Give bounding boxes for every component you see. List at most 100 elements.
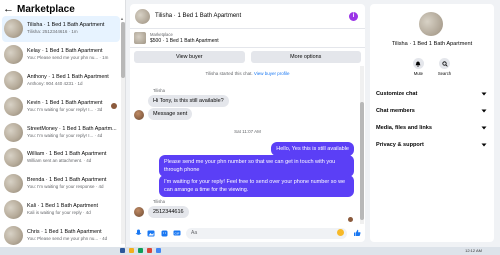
microphone-icon[interactable]: [134, 229, 142, 237]
search-button[interactable]: Search: [438, 58, 451, 76]
system-clock: 12:12 AM: [465, 248, 482, 253]
sticker-icon[interactable]: [160, 229, 168, 237]
listing-thumbnail: [4, 70, 23, 90]
incoming-message: Hi Tony, is this still available?: [148, 95, 229, 107]
system-text: Tilisha started this chat.: [205, 71, 253, 76]
conversation-preview: You: I'm waiting for your reply! I... · …: [27, 106, 103, 112]
listing-actions: View buyer More options: [130, 48, 365, 66]
conversation-item[interactable]: Brenda · 1 Bed 1 Bath Apartment You: I'm…: [0, 171, 122, 197]
conversation-preview: You: I'm waiting for your reply! I... · …: [27, 132, 103, 138]
folder-icon[interactable]: [129, 248, 134, 253]
listing-price: $500 · 1 Bed 1 Bath Apartment: [150, 38, 219, 44]
avatar: [134, 110, 144, 120]
outgoing-message: I'm waiting for your reply! Feel free to…: [159, 175, 354, 197]
bell-icon: [412, 58, 424, 69]
chat-members-section[interactable]: Chat members: [376, 103, 488, 119]
sidebar-scrollbar[interactable]: [121, 22, 125, 244]
chevron-down-icon: [480, 90, 488, 98]
conversation-preview: Kali is waiting for your reply · 4d: [27, 209, 91, 215]
outgoing-message: Hello, Yes this is still available: [271, 142, 354, 156]
more-options-button[interactable]: More options: [250, 51, 361, 63]
conversation-list: Tilisha · 1 Bed 1 Bath Apartment Tilisha…: [0, 16, 122, 248]
page-title: Marketplace: [17, 3, 75, 15]
message-input[interactable]: Aa: [186, 227, 347, 239]
conversation-item[interactable]: Kali · 1 Bed 1 Bath Apartment Kali is wa…: [0, 197, 122, 223]
conversation-name: Tilisha · 1 Bed 1 Bath Apartment: [27, 22, 105, 29]
incoming-message: 2512344616: [148, 206, 189, 218]
conversation-name: Kelay · 1 Bed 1 Bath Apartment: [27, 48, 103, 55]
thumbs-up-icon[interactable]: [352, 229, 361, 238]
browser-icon[interactable]: [156, 248, 161, 253]
outgoing-message: Please send me your phn number so that w…: [159, 155, 354, 177]
sender-name: Tilisha: [153, 88, 165, 93]
listing-summary[interactable]: Marketplace $500 · 1 Bed 1 Bath Apartmen…: [130, 29, 365, 48]
conversation-item[interactable]: Kelay · 1 Bed 1 Bath Apartment You: Plea…: [0, 42, 122, 68]
media-files-section[interactable]: Media, files and links: [376, 120, 488, 136]
system-message: Tilisha started this chat. View buyer pr…: [130, 71, 365, 76]
sender-name: Tilisha: [153, 199, 165, 204]
mute-button[interactable]: Mute: [412, 58, 424, 76]
listing-thumbnail: [4, 199, 23, 219]
back-arrow-icon[interactable]: ←: [3, 3, 15, 15]
view-buyer-profile-link[interactable]: View buyer profile: [254, 71, 290, 76]
section-label: Privacy & support: [376, 142, 424, 148]
chat-scrollbar[interactable]: [360, 66, 364, 224]
listing-thumbnail: [4, 148, 23, 168]
section-label: Chat members: [376, 108, 415, 114]
conversation-preview: You: Please send me your phn nu... · 4d: [27, 235, 108, 241]
scrollbar-thumb[interactable]: [121, 22, 125, 78]
incoming-message: Message sent: [148, 108, 193, 120]
scrollbar-thumb[interactable]: [360, 102, 364, 220]
conversation-name: StreetMoney · 1 Bed 1 Bath Apartm...: [27, 125, 117, 132]
chevron-down-icon: [480, 124, 488, 132]
chevron-down-icon: [480, 107, 488, 115]
customize-chat-section[interactable]: Customize chat: [376, 86, 488, 102]
listing-thumbnail: [4, 225, 23, 245]
conversation-item[interactable]: Anthony · 1 Bed 1 Bath Apartment Anthony…: [0, 68, 122, 94]
conversation-preview: William sent an attachment. · 4d: [27, 158, 92, 164]
chat-avatar[interactable]: [135, 8, 150, 24]
gif-icon[interactable]: GIF: [173, 229, 181, 237]
conversation-preview: Anthony: 904 440 4231 · 1d: [27, 80, 83, 86]
conversation-info-panel: Tilisha · 1 Bed 1 Bath Apartment Mute Se…: [370, 4, 494, 242]
listing-thumbnail: [4, 122, 23, 142]
info-actions: Mute Search: [370, 58, 494, 76]
scroll-up-icon[interactable]: ▲: [120, 16, 124, 21]
image-icon[interactable]: [147, 229, 155, 237]
listing-thumbnail: [4, 174, 23, 194]
svg-text:GIF: GIF: [175, 231, 180, 235]
conversation-item[interactable]: Kevin · 1 Bed 1 Bath Apartment You: I'm …: [0, 93, 122, 119]
os-taskbar: 12:12 AM: [0, 247, 500, 255]
listing-thumbnail: [134, 32, 146, 44]
conversation-preview: Tilisha: 2512344616 · 1m: [27, 29, 78, 35]
info-icon[interactable]: i: [349, 12, 358, 21]
chevron-down-icon: [480, 141, 488, 149]
listing-avatar: [419, 12, 443, 36]
section-label: Customize chat: [376, 91, 418, 97]
emoji-icon[interactable]: [337, 229, 344, 236]
view-buyer-button[interactable]: View buyer: [134, 51, 245, 63]
conversation-name: Kevin · 1 Bed 1 Bath Apartment: [27, 99, 103, 106]
app-icon[interactable]: [147, 248, 152, 253]
conversation-item[interactable]: Chris · 1 Bed 1 Bath Apartment You: Plea…: [0, 222, 122, 248]
app-icon[interactable]: [138, 248, 143, 253]
conversation-name: Anthony · 1 Bed 1 Bath Apartment: [27, 73, 109, 80]
section-label: Media, files and links: [376, 125, 432, 131]
app-icon[interactable]: [120, 248, 125, 253]
taskbar-icons: [120, 248, 161, 253]
chat-title[interactable]: Tilisha · 1 Bed 1 Bath Apartment: [155, 13, 241, 19]
search-icon: [439, 58, 450, 69]
avatar: [134, 207, 144, 217]
privacy-support-section[interactable]: Privacy & support: [376, 137, 488, 153]
message-composer: GIF Aa: [130, 224, 365, 242]
conversation-item[interactable]: StreetMoney · 1 Bed 1 Bath Apartm... You…: [0, 119, 122, 145]
chat-panel: Tilisha · 1 Bed 1 Bath Apartment i Marke…: [130, 4, 365, 242]
conversation-item[interactable]: Tilisha · 1 Bed 1 Bath Apartment Tilisha…: [2, 16, 120, 42]
message-timestamp: Sat 11:07 AM: [234, 129, 261, 134]
conversation-preview: You: I'm waiting for your response · 4d: [27, 184, 104, 190]
read-receipt-avatar: [348, 217, 353, 222]
conversation-item[interactable]: William · 1 Bed 1 Bath Apartment William…: [0, 145, 122, 171]
search-label: Search: [437, 71, 452, 76]
conversation-preview: You: Please send me your phn nu... · 1m: [27, 55, 109, 61]
conversation-name: Brenda · 1 Bed 1 Bath Apartment: [27, 177, 107, 184]
